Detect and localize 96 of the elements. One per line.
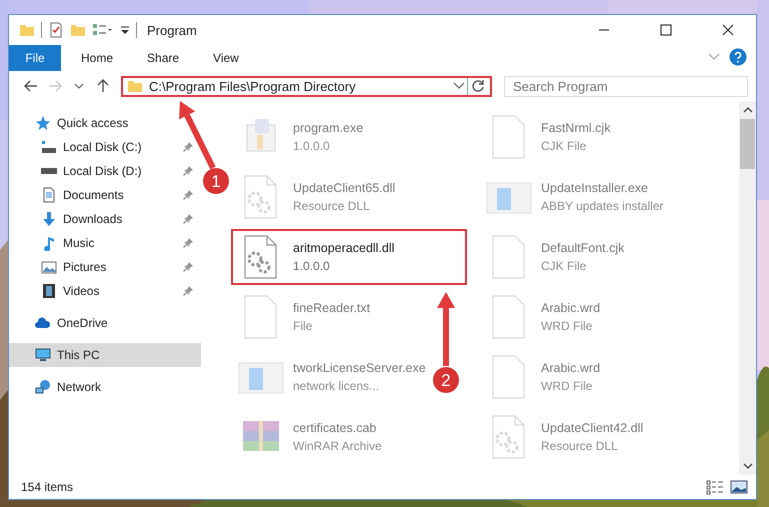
properties-icon[interactable] <box>48 22 64 38</box>
customize-toolbar-icon[interactable] <box>120 24 130 36</box>
up-arrow-icon <box>97 79 109 93</box>
file-tile[interactable]: Arabic.wrd WRD File <box>479 289 608 345</box>
file-tile[interactable]: UpdateClient42.dll Resource DLL <box>479 409 652 465</box>
cloud-icon <box>35 315 51 331</box>
nav-item[interactable]: This PC <box>9 343 201 367</box>
view-options-icon[interactable] <box>92 22 114 38</box>
file-tile[interactable]: aritmoperacedll.dll 1.0.0.0 <box>231 229 467 285</box>
file-name: certificates.cab <box>293 421 378 435</box>
nav-item[interactable]: Documents <box>9 183 201 207</box>
scrollbar[interactable] <box>739 101 756 475</box>
document-icon <box>41 187 57 203</box>
nav-item[interactable]: Local Disk (D:) <box>9 159 201 183</box>
star-icon <box>35 115 51 131</box>
file-name: UpdateClient42.dll <box>541 421 644 435</box>
file-name: program.exe <box>293 121 364 135</box>
music-note-icon <box>41 235 57 251</box>
details-view-icon[interactable] <box>706 479 724 495</box>
window-title: Program <box>147 22 198 38</box>
pin-icon[interactable] <box>183 262 193 272</box>
file-name: tworkLicenseServer.exe <box>293 361 426 375</box>
minimize-icon <box>598 29 610 31</box>
scrollbar-thumb[interactable] <box>740 119 755 169</box>
file-tile[interactable]: DefaultFont.cjk CJK File <box>479 229 632 285</box>
file-name: UpdateClient65.dll <box>293 181 396 195</box>
forward-arrow-icon <box>48 80 62 92</box>
file-tile[interactable]: UpdateInstaller.exe ABBY updates installer <box>479 169 672 225</box>
file-detail: 1.0.0.0 <box>293 139 331 153</box>
file-tile[interactable]: tworkLicenseServer.exe network licens... <box>231 349 434 405</box>
nav-item[interactable]: Quick access <box>9 111 201 135</box>
nav-item[interactable]: Local Disk (C:) <box>9 135 201 159</box>
step-number-badge: 1 <box>203 168 229 194</box>
pin-icon[interactable] <box>183 166 193 176</box>
pin-icon[interactable] <box>183 190 193 200</box>
pin-icon[interactable] <box>183 238 193 248</box>
file-detail: Resource DLL <box>541 439 619 453</box>
file-detail: WRD File <box>541 379 594 393</box>
nav-item[interactable]: Videos <box>9 279 201 303</box>
file-name: aritmoperacedll.dll <box>293 241 394 255</box>
chevron-down-icon <box>708 53 720 61</box>
ribbon-tab[interactable]: Share <box>127 45 194 71</box>
help-icon <box>729 48 747 66</box>
file-tile[interactable]: Arabic.wrd WRD File <box>479 349 608 405</box>
arrow <box>179 101 216 170</box>
file-detail: ABBY updates installer <box>541 199 664 213</box>
item-count: 154 items <box>21 480 74 494</box>
chevron-down-icon <box>74 83 84 89</box>
file-tile[interactable]: fineReader.txt File <box>231 289 378 345</box>
file-detail: CJK File <box>541 259 588 273</box>
drive-icon <box>41 168 57 174</box>
file-tile[interactable]: UpdateClient65.dll Resource DLL <box>231 169 404 225</box>
pin-icon[interactable] <box>183 142 193 152</box>
nav-item[interactable]: Network <box>9 375 201 399</box>
close-icon <box>722 24 734 36</box>
drive-icon <box>41 139 57 155</box>
file-detail: 1.0.0.0 <box>293 259 331 273</box>
file-name: Arabic.wrd <box>541 301 600 315</box>
nav-item[interactable]: Pictures <box>9 255 201 279</box>
file-detail: network licens... <box>293 379 380 393</box>
pin-icon[interactable] <box>183 286 193 296</box>
file-name: fineReader.txt <box>293 301 370 315</box>
large-icons-view-icon[interactable] <box>730 479 748 495</box>
pictures-icon <box>41 259 57 275</box>
file-detail: WRD File <box>541 319 594 333</box>
film-icon <box>41 283 57 299</box>
file-detail: Resource DLL <box>293 199 371 213</box>
download-icon <box>41 211 57 227</box>
nav-item[interactable]: Downloads <box>9 207 201 231</box>
file-name: Arabic.wrd <box>541 361 600 375</box>
file-detail: File <box>293 319 314 333</box>
file-detail: CJK File <box>541 139 588 153</box>
address-bar[interactable]: C:\Program Files\Program Directory <box>121 76 492 96</box>
nav-item[interactable]: Music <box>9 231 201 255</box>
folder-icon <box>127 78 143 94</box>
scroll-up-icon[interactable] <box>742 105 752 115</box>
scroll-down-icon[interactable] <box>742 461 752 471</box>
file-tile[interactable]: FastNrml.cjk CJK File <box>479 109 618 165</box>
file-detail: WinRAR Archive <box>293 439 382 453</box>
folder-icon <box>19 22 35 38</box>
nav-item[interactable]: OneDrive <box>9 311 201 335</box>
back-arrow-icon <box>24 80 38 92</box>
file-name: UpdateInstaller.exe <box>541 181 650 195</box>
file-tile[interactable]: certificates.cab WinRAR Archive <box>231 409 390 465</box>
file-menu-button[interactable]: File <box>9 45 61 71</box>
step-number-badge: 2 <box>433 367 459 393</box>
monitor-icon <box>35 347 51 363</box>
file-tile[interactable]: program.exe 1.0.0.0 <box>231 109 372 165</box>
pin-icon[interactable] <box>183 214 193 224</box>
dropdown-icon[interactable] <box>451 81 467 91</box>
file-name: FastNrml.cjk <box>541 121 610 135</box>
ribbon-tab[interactable]: View <box>193 45 253 71</box>
search-field[interactable]: Search Program <box>504 76 748 96</box>
maximize-icon <box>660 24 672 36</box>
file-name: DefaultFont.cjk <box>541 241 624 255</box>
ribbon-tab[interactable]: Home <box>61 45 128 71</box>
